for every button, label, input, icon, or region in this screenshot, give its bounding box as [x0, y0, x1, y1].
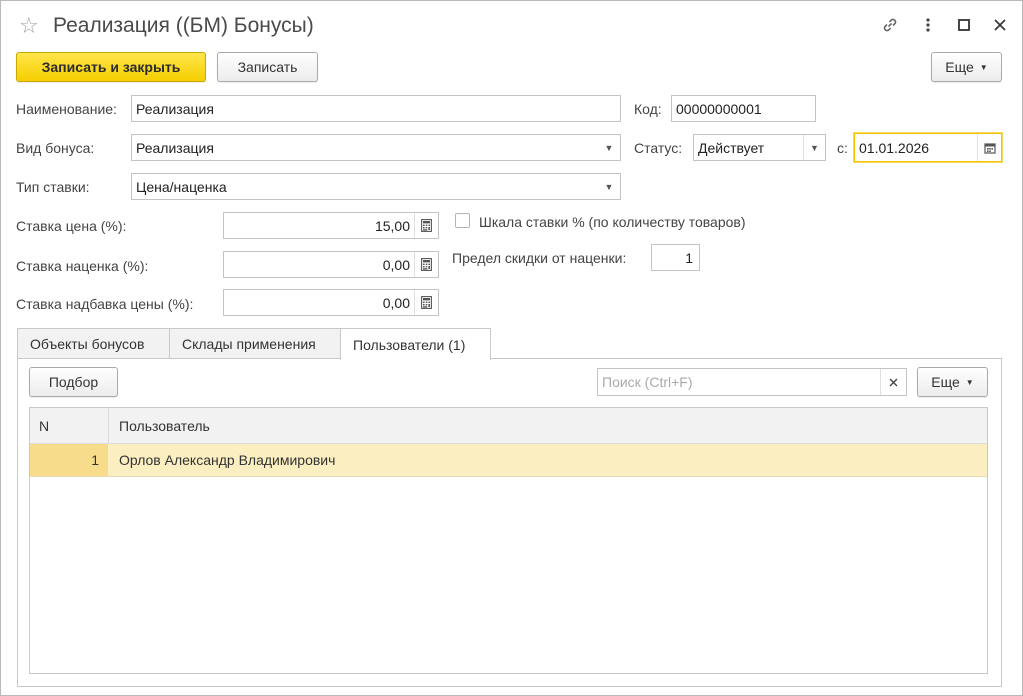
status-value: Действует: [698, 139, 765, 156]
scale-checkbox-label[interactable]: Шкала ставки % (по количеству товаров): [479, 213, 746, 231]
more-button[interactable]: Еще ▼: [931, 52, 1002, 82]
name-value: Реализация: [136, 100, 214, 117]
calculator-icon[interactable]: [414, 252, 438, 277]
table-row[interactable]: 1 Орлов Александр Владимирович: [30, 444, 987, 477]
discount-limit-value: 1: [685, 249, 693, 266]
dropdown-arrow-icon: ▼: [965, 377, 974, 387]
bonus-form-window: ☆ Реализация ((БМ) Бонусы) Записать и за…: [0, 0, 1023, 696]
rate-markup-field[interactable]: 0,00: [223, 251, 439, 278]
bonus-type-label: Вид бонуса:: [16, 140, 95, 156]
rate-surcharge-field[interactable]: 0,00: [223, 289, 439, 316]
rate-price-value: 15,00: [374, 217, 410, 234]
save-button[interactable]: Записать: [217, 52, 318, 82]
window-title: Реализация ((БМ) Бонусы): [53, 14, 314, 37]
date-from-value: 01.01.2026: [859, 139, 930, 156]
dropdown-arrow-icon[interactable]: ▼: [598, 135, 620, 160]
status-label: Статус:: [634, 140, 683, 156]
calculator-icon[interactable]: [414, 290, 438, 315]
more-vertical-icon[interactable]: [916, 13, 940, 37]
link-icon[interactable]: [878, 13, 902, 37]
discount-limit-field[interactable]: 1: [651, 244, 700, 271]
row-number: 1: [30, 444, 108, 476]
panel-more-button[interactable]: Еще ▼: [917, 367, 988, 397]
bonus-type-value: Реализация: [136, 139, 214, 156]
clear-search-icon[interactable]: [880, 369, 906, 395]
rate-type-value: Цена/наценка: [136, 178, 227, 195]
rate-markup-value: 0,00: [382, 256, 410, 273]
favorite-star-icon[interactable]: ☆: [19, 13, 39, 39]
calculator-icon[interactable]: [414, 213, 438, 238]
date-from-field[interactable]: 01.01.2026: [854, 133, 1002, 162]
discount-limit-label: Предел скидки от наценки:: [452, 250, 627, 266]
status-select[interactable]: Действует ▼: [693, 134, 826, 161]
tab-bonus-objects[interactable]: Объекты бонусов: [17, 328, 170, 359]
tab-warehouses[interactable]: Склады применения: [169, 328, 341, 359]
more-button-label: Еще: [945, 59, 974, 75]
save-and-close-button[interactable]: Записать и закрыть: [16, 52, 206, 82]
name-label: Наименование:: [16, 101, 117, 117]
panel-more-label: Еще: [931, 374, 960, 390]
column-divider: [108, 408, 109, 444]
search-placeholder: Поиск (Ctrl+F): [602, 374, 693, 390]
code-field[interactable]: 00000000001: [671, 95, 816, 122]
table-header: N Пользователь: [30, 408, 987, 444]
rate-surcharge-value: 0,00: [382, 294, 410, 311]
row-user: Орлов Александр Владимирович: [119, 452, 336, 468]
name-field[interactable]: Реализация: [131, 95, 621, 122]
users-table: N Пользователь 1 Орлов Александр Владими…: [29, 407, 988, 674]
select-users-button[interactable]: Подбор: [29, 367, 118, 397]
rate-markup-label: Ставка наценка (%):: [16, 258, 149, 274]
column-header-n[interactable]: N: [39, 408, 109, 443]
dropdown-arrow-icon: ▼: [979, 62, 988, 72]
column-header-user[interactable]: Пользователь: [119, 408, 519, 443]
close-icon[interactable]: [988, 13, 1012, 37]
rate-price-label: Ставка цена (%):: [16, 218, 127, 234]
rate-price-field[interactable]: 15,00: [223, 212, 439, 239]
search-input[interactable]: Поиск (Ctrl+F): [597, 368, 907, 396]
tab-users[interactable]: Пользователи (1): [340, 328, 491, 360]
date-from-label: с:: [837, 140, 848, 156]
calendar-icon[interactable]: [977, 134, 1001, 161]
maximize-icon[interactable]: [952, 13, 976, 37]
bonus-type-select[interactable]: Реализация ▼: [131, 134, 621, 161]
dropdown-arrow-icon[interactable]: ▼: [803, 135, 825, 160]
rate-type-label: Тип ставки:: [16, 179, 90, 195]
dropdown-arrow-icon[interactable]: ▼: [598, 174, 620, 199]
rate-surcharge-label: Ставка надбавка цены (%):: [16, 296, 194, 312]
code-label: Код:: [634, 101, 662, 117]
scale-checkbox[interactable]: [455, 213, 470, 228]
rate-type-select[interactable]: Цена/наценка ▼: [131, 173, 621, 200]
code-value: 00000000001: [676, 100, 762, 117]
